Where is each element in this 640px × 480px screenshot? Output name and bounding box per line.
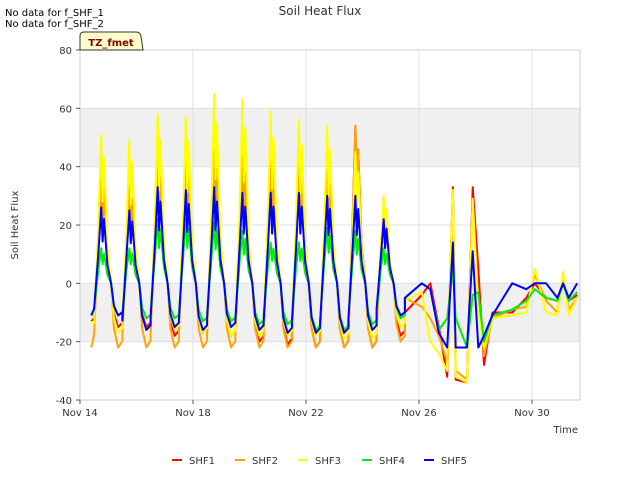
y-tick-label: 60 [59, 104, 72, 115]
x-tick-label: Nov 14 [62, 408, 97, 419]
y-axis-label: Soil Heat Flux [10, 190, 21, 259]
legend-item-shf5: SHF5 [424, 456, 467, 467]
axes: Soil Heat Flux Time Soil Heat Flux -40 -2… [10, 4, 578, 436]
y-tick-label: -40 [56, 396, 72, 407]
legend-item-shf3: SHF3 [298, 456, 341, 467]
x-axis-label: Time [553, 425, 578, 436]
y-tick-label: 20 [59, 221, 72, 232]
legend-item-shf2: SHF2 [235, 456, 278, 467]
legend-label: SHF5 [441, 456, 467, 467]
chart-title: Soil Heat Flux [279, 4, 362, 18]
x-tick-label: Nov 30 [514, 408, 549, 419]
soil-heat-flux-chart: Soil Heat Flux Time Soil Heat Flux -40 -2… [10, 4, 581, 467]
legend-label: SHF2 [252, 456, 278, 467]
legend-item-shf4: SHF4 [362, 456, 405, 467]
legend-label: SHF4 [379, 456, 405, 467]
chart-root: No data for f_SHF_1 No data for f_SHF_2 … [0, 0, 640, 480]
y-tick-label: 40 [59, 163, 72, 174]
tz-badge: TZ_fmet [79, 31, 144, 51]
legend-label: SHF3 [315, 456, 341, 467]
x-tick-label: Nov 22 [288, 408, 323, 419]
badge-label: TZ_fmet [88, 38, 134, 49]
x-tick-label: Nov 18 [175, 408, 210, 419]
legend: SHF1 SHF2 SHF3 SHF4 SHF5 [172, 456, 467, 467]
y-tick-label: 80 [59, 46, 72, 57]
y-tick-label: -20 [56, 338, 72, 349]
y-tick-label: 0 [66, 279, 72, 290]
x-tick-label: Nov 26 [401, 408, 436, 419]
legend-item-shf1: SHF1 [172, 456, 215, 467]
legend-label: SHF1 [189, 456, 215, 467]
